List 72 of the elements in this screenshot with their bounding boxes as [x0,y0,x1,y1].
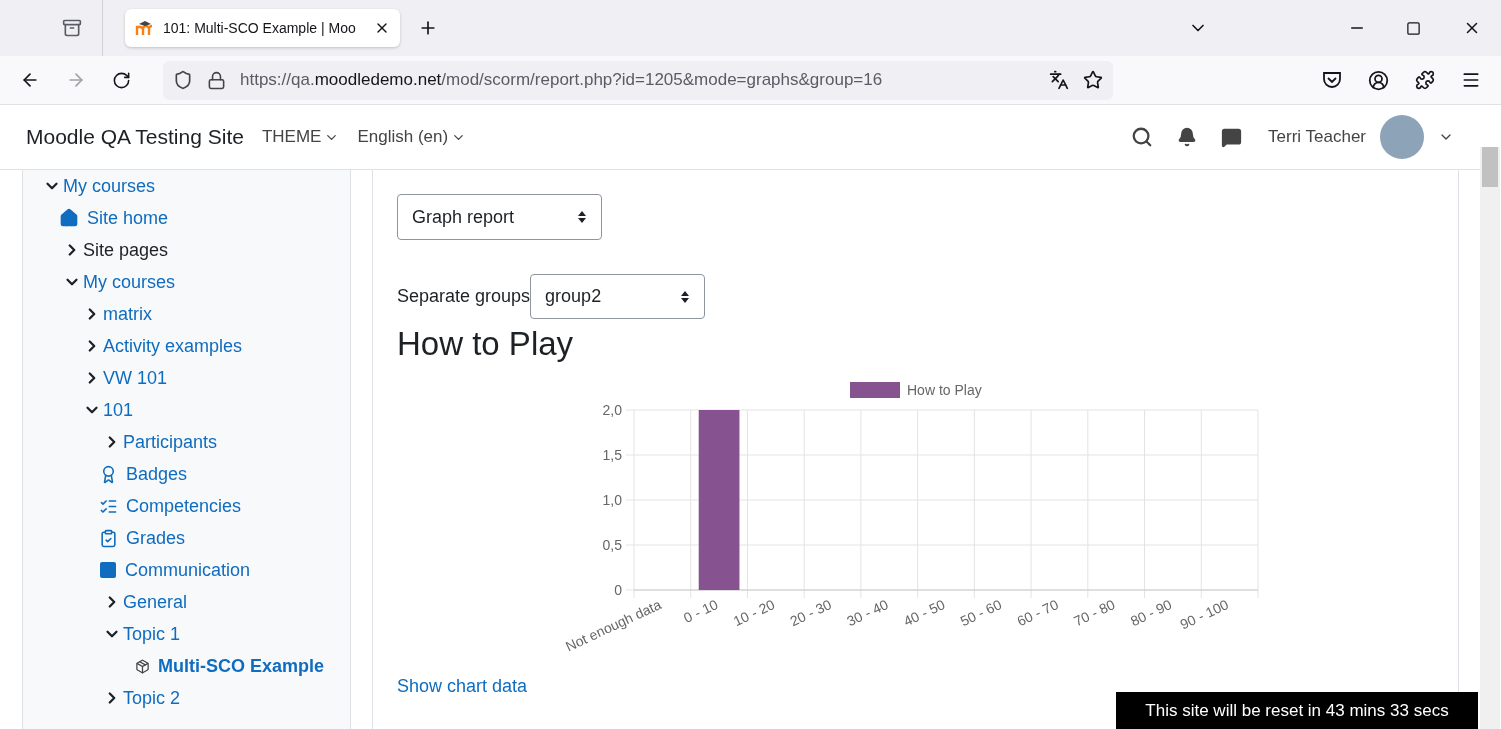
bell-icon[interactable] [1177,127,1198,147]
group-select[interactable]: group2 [530,274,706,319]
tab-title: 101: Multi-SCO Example | Moo [163,20,357,36]
avatar[interactable] [1380,115,1424,159]
x-tick-label: 80 - 90 [1127,596,1175,630]
nav-link[interactable]: Topic 2 [123,687,181,709]
nav-link[interactable]: Site pages [83,239,169,261]
show-chart-data-link[interactable]: Show chart data [397,676,528,697]
legend-label: How to Play [907,382,982,398]
chat-icon[interactable] [1221,126,1243,148]
nav-link[interactable]: VW 101 [103,367,168,389]
user-name[interactable]: Terri Teacher [1268,127,1366,147]
star-icon[interactable] [1083,70,1103,90]
nav-link[interactable]: Participants [123,431,218,453]
reset-notice: This site will be reset in 43 mins 33 secs [1116,692,1478,729]
scrollbar-thumb[interactable] [1482,147,1498,187]
nav-link[interactable]: Communication [125,559,251,581]
nav-link[interactable]: Site home [87,207,169,229]
x-tick-label: 30 - 40 [844,596,891,630]
scrollbar[interactable] [1480,147,1500,729]
shield-icon [173,70,193,90]
sort-icon [680,289,691,304]
square-icon [99,561,117,579]
moodle-logo-icon [135,20,155,36]
home-icon [59,208,79,228]
pocket-icon[interactable] [1322,71,1342,89]
nav-link[interactable]: Grades [126,527,186,549]
package-icon [135,658,150,674]
nav-link[interactable]: Badges [126,463,188,485]
search-icon[interactable] [1131,126,1154,148]
browser-tab[interactable]: 101: Multi-SCO Example | Moo [125,9,400,47]
x-tick-label: 0 - 10 [681,596,721,626]
group-label: Separate groups [397,286,531,307]
clipboard-icon [99,528,118,548]
x-tick-label: 50 - 60 [957,596,1004,630]
x-tick-label: 90 - 100 [1177,596,1231,633]
x-tick-label: 60 - 70 [1014,596,1061,630]
x-tick-label: 10 - 20 [730,596,778,630]
sort-icon [577,210,587,224]
maximize-icon[interactable] [1406,20,1421,36]
address-bar[interactable]: https://qa.moodledemo.net/mod/scorm/report.php?id=1205&mode=graphs&group=16 [163,60,1113,100]
menu-icon[interactable] [1461,70,1481,90]
x-tick-label: 70 - 80 [1071,596,1118,630]
nav-link[interactable]: Multi-SCO Example [158,655,325,677]
nav-link[interactable]: 101 [103,399,134,421]
nav-menu[interactable]: THEME [259,127,342,147]
section-heading: How to Play [397,325,575,363]
nav-menu[interactable]: English (en) [355,127,469,147]
nav-link[interactable]: matrix [103,303,152,325]
y-tick-label: 2,0 [602,402,622,418]
extensions-icon[interactable] [1415,70,1435,90]
chart-legend: How to Play [850,382,982,398]
nav-link[interactable]: My courses [83,271,176,293]
nav-link[interactable]: Activity examples [103,335,243,357]
x-tick-label: 20 - 30 [787,596,834,630]
y-tick-label: 0,5 [602,537,622,553]
nav-link[interactable]: General [123,591,188,613]
account-icon[interactable] [1368,69,1389,91]
reload-icon[interactable] [112,70,131,90]
y-tick-label: 1,5 [602,447,622,463]
report-select[interactable]: Graph report [397,194,602,240]
lock-icon [207,70,226,90]
nav-link[interactable]: My courses [63,175,156,197]
nav-link[interactable]: Topic 1 [123,623,181,645]
translate-icon[interactable] [1049,70,1069,90]
x-tick-label: 40 - 50 [901,596,948,630]
y-tick-label: 0 [614,582,622,598]
url-text: https://qa.moodledemo.net/mod/scorm/report.php?id=1205&mode=graphs&group=16 [240,70,884,90]
nav-link[interactable]: Competencies [126,495,242,517]
y-tick-label: 1,0 [602,492,622,508]
site-name[interactable]: Moodle QA Testing Site [26,125,244,149]
tab-list-icon[interactable] [62,18,82,38]
